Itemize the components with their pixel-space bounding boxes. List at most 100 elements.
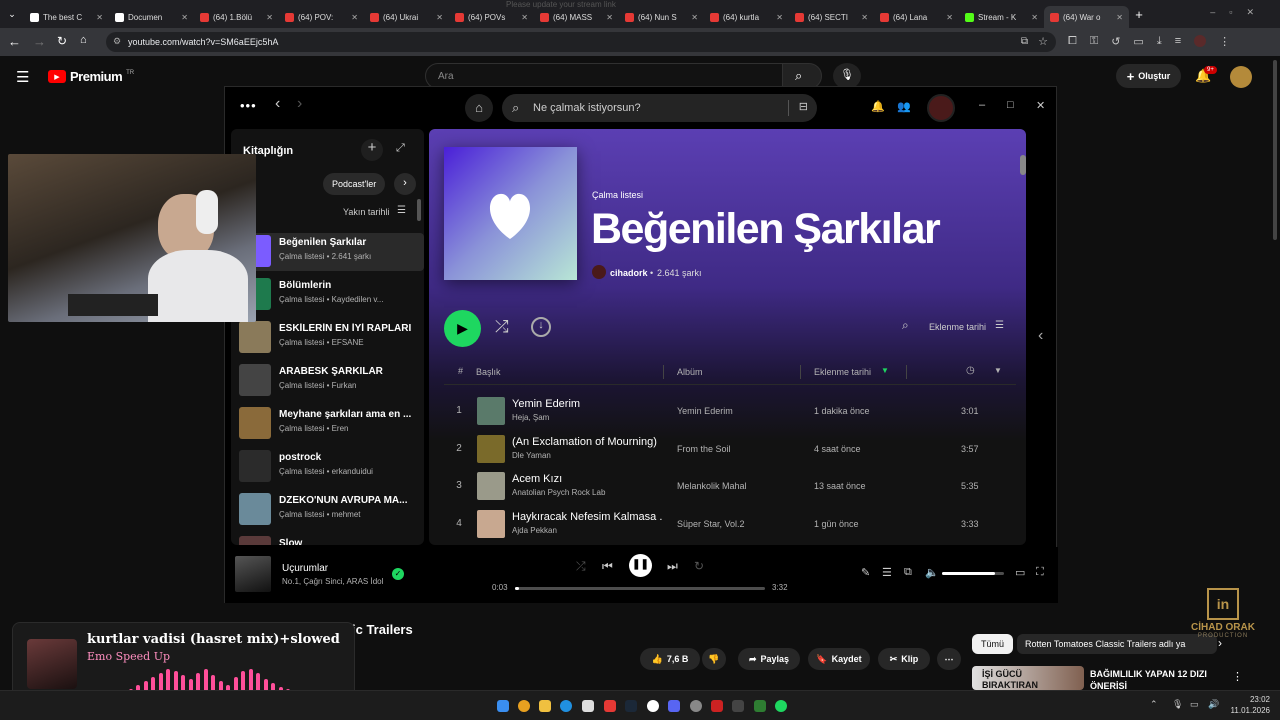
tab-close-icon[interactable]: ✕ [521,13,528,22]
track-album[interactable]: Yemin Ederim [677,406,733,416]
track-row[interactable]: 2 (An Exclamation of Mourning) Dle Yaman Fr… [444,431,1016,468]
download-icon[interactable]: ↓ [531,317,551,337]
spotify-menu-dots-icon[interactable]: ••• [240,98,257,113]
create-playlist-plus-icon[interactable]: + [361,139,383,161]
column-album[interactable]: Albüm [677,367,703,377]
player-shuffle-icon[interactable]: ⤮ [576,559,586,574]
spotify-back-icon[interactable]: ‹ [275,95,280,113]
app-taskbar-icon-2[interactable] [732,700,744,712]
track-album[interactable]: Melankolik Mahal [677,481,747,491]
install-icon[interactable]: ⧉ [1021,36,1028,47]
store-icon[interactable] [582,700,594,712]
track-title[interactable]: (An Exclamation of Mourning) [512,436,662,448]
sidepanel-icon[interactable]: ▭ [1133,35,1143,48]
library-item[interactable]: DZEKO'NUN AVRUPA MA... Çalma listesi • me… [239,491,424,529]
track-artist[interactable]: Dle Yaman [512,451,551,460]
tab-close-icon[interactable]: ✕ [436,13,443,22]
clip-button[interactable]: ✂ Klip [878,648,930,670]
dislike-button[interactable]: 👎 [702,648,726,670]
browser-tab[interactable]: (64) 1.Bölü ✕ [194,6,279,28]
youtube-logo[interactable]: ▶ Premium TR [48,69,134,84]
profile-avatar[interactable] [1194,35,1207,47]
spotify-search-input[interactable]: ⌕ Ne çalmak istiyorsun? ⊟ [502,94,817,122]
library-item[interactable]: Slow [239,534,424,545]
track-row[interactable]: 4 Haykıracak Nefesim Kalmasa ... Ajda Pekk… [444,506,1016,543]
queue-icon[interactable]: ☰ [882,566,892,579]
column-title[interactable]: Başlık [476,367,501,377]
home-icon[interactable]: ⌂ [80,34,87,46]
fullscreen-icon[interactable]: ⛶ [1036,566,1044,579]
repeat-icon[interactable]: ↻ [694,559,704,573]
browser-tab[interactable]: Stream - K ✕ [959,6,1044,28]
browser-tab[interactable]: (64) MASS ✕ [534,6,619,28]
playback-progress-bar[interactable] [515,587,765,590]
tab-close-icon[interactable]: ✕ [181,13,188,22]
track-title[interactable]: Haykıracak Nefesim Kalmasa ... [512,511,662,523]
reload-icon[interactable]: ↻ [57,34,67,48]
track-row[interactable]: 1 Yemin Ederim Heja, Şam Yemin Ederim 1 daki… [444,393,1016,430]
track-title[interactable]: Yemin Ederim [512,398,662,410]
volume-icon[interactable]: 🔈 [925,566,939,579]
tab-close-icon[interactable]: ✕ [691,13,698,22]
obs-icon[interactable] [647,700,659,712]
whats-new-bell-icon[interactable]: 🔔 [871,100,885,113]
recommended-more-icon[interactable]: ⋮ [1232,670,1243,683]
tab-close-icon[interactable]: ✕ [946,13,953,22]
history-icon[interactable]: ↺ [1111,35,1120,48]
password-icon[interactable]: ⚿ [1090,35,1098,48]
tab-close-icon[interactable]: ✕ [861,13,868,22]
library-sort-label[interactable]: Yakın tarihli [343,207,389,217]
tab-close-icon[interactable]: ✕ [96,13,103,22]
spotify-close-icon[interactable]: ✕ [1036,99,1045,112]
track-title[interactable]: Acem Kızı [512,473,662,485]
browser-tab[interactable]: (64) SECTI ✕ [789,6,874,28]
extensions-icon[interactable]: ⧠ [1068,35,1077,48]
tab-close-icon[interactable]: ✕ [776,13,783,22]
tray-overflow-icon[interactable]: ⌃ [1150,699,1158,710]
spotify-taskbar-icon[interactable] [775,700,787,712]
browser-tab[interactable]: (64) Ukrai ✕ [364,6,449,28]
like-button[interactable]: 👍 7,6 B [640,648,700,670]
steam-icon[interactable] [625,700,637,712]
speaker-icon[interactable]: 🔊 [1208,699,1219,710]
playlist-list-view-icon[interactable]: ☰ [995,320,1004,331]
library-item[interactable]: ARABESK ŞARKILAR Çalma listesi • Furkan [239,362,424,400]
discord-icon[interactable] [668,700,680,712]
lyrics-icon[interactable]: ✎ [861,566,870,579]
youtube-taskbar-icon[interactable] [604,700,616,712]
window-controls[interactable]: –▫✕ [1210,7,1268,18]
browse-icon[interactable]: ⊟ [799,100,808,113]
spotify-profile-avatar[interactable] [927,94,955,122]
column-date-added[interactable]: Eklenme tarihi [814,367,871,377]
connect-device-icon[interactable]: ⧉ [904,566,912,579]
file-explorer-icon[interactable] [539,700,551,712]
now-playing-artist[interactable]: No.1, Çağrı Sinci, ARAS İdol [282,577,383,586]
volume-slider[interactable] [942,572,1004,575]
track-artist[interactable]: Ajda Pekkan [512,526,557,535]
right-panel-collapse-chevron-icon[interactable]: ‹ [1038,327,1043,345]
share-button[interactable]: ➦ Paylaş [738,648,800,670]
save-button[interactable]: 🔖 Kaydet [808,648,870,670]
filter-chip-podcasts[interactable]: Podcast'ler [323,173,386,195]
recommended-video-thumbnail[interactable]: İŞİ GÜCÜ BIRAKTIRAN [972,666,1084,690]
spotify-minimize-icon[interactable]: – [979,99,985,111]
now-playing-title[interactable]: Uçurumlar [282,563,328,574]
browser-menu-icon[interactable]: ⋮ [1219,35,1230,48]
tab-close-icon[interactable]: ✕ [351,13,358,22]
columns-dropdown-icon[interactable]: ▼ [994,366,1002,375]
browser-tab[interactable]: (64) Nun S ✕ [619,6,704,28]
tab-close-icon[interactable]: ✕ [1031,13,1038,22]
library-item[interactable]: postrock Çalma listesi • erkanduidui [239,448,424,486]
browser-tab[interactable]: (64) Lana ✕ [874,6,959,28]
library-item[interactable]: Beğenilen Şarkılar Çalma listesi • 2.641 … [239,233,424,271]
app-taskbar-icon-3[interactable] [754,700,766,712]
back-icon[interactable]: ← [8,34,21,49]
library-scrollbar[interactable] [417,199,421,221]
url-field[interactable]: ⚙ youtube.com/watch?v=SM6aEEjc5hA ⧉ ☆ [106,32,1056,52]
expand-library-icon[interactable]: ⤢ [396,142,405,155]
browser-tab[interactable]: The best C ✕ [24,6,109,28]
filter-next-chevron-icon[interactable]: › [394,173,416,195]
bookmark-star-icon[interactable]: ☆ [1038,35,1048,48]
library-item[interactable]: Bölümlerin Çalma listesi • Kaydedilen v..… [239,276,424,314]
tab-close-icon[interactable]: ✕ [606,13,613,22]
